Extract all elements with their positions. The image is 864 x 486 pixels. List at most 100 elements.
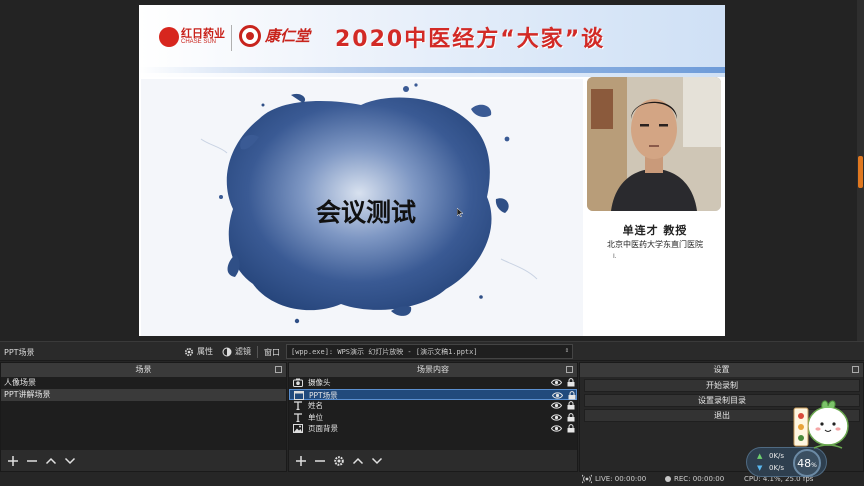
chevron-down-icon bbox=[64, 457, 76, 464]
eye-icon[interactable] bbox=[551, 401, 562, 410]
source-properties-button[interactable] bbox=[331, 453, 347, 469]
lock-icon[interactable] bbox=[568, 390, 576, 400]
scene-list: 人像场景 PPT讲解场景 bbox=[1, 377, 286, 450]
move-scene-up-button[interactable] bbox=[43, 453, 59, 469]
memory-usage-value: 48 bbox=[797, 457, 812, 470]
scene-item[interactable]: PPT讲解场景 bbox=[1, 389, 286, 401]
window-icon bbox=[294, 390, 304, 400]
lock-icon[interactable] bbox=[567, 378, 575, 387]
controls-dock-header: 设置 bbox=[580, 363, 863, 377]
lock-icon[interactable] bbox=[567, 424, 575, 433]
gear-icon bbox=[334, 455, 344, 466]
chevron-up-icon bbox=[352, 457, 364, 464]
logo-kangrentang: 康仁堂 bbox=[239, 23, 311, 51]
preview-scrollbar-thumb[interactable] bbox=[858, 156, 863, 188]
lock-icon[interactable] bbox=[567, 401, 575, 410]
eye-icon[interactable] bbox=[552, 391, 563, 400]
chevron-up-icon bbox=[45, 457, 57, 464]
source-item[interactable]: PPT场景 bbox=[289, 388, 577, 400]
scenes-dock: 场景 人像场景 PPT讲解场景 bbox=[0, 362, 287, 472]
logo1-en-text: CHASE SUN bbox=[181, 39, 217, 45]
filters-button[interactable]: 滤镜 bbox=[222, 344, 251, 359]
plus-icon bbox=[8, 455, 18, 466]
add-source-button[interactable] bbox=[293, 453, 309, 469]
record-dot-icon bbox=[665, 476, 671, 482]
speaker-card: 单连才 教授 北京中医药大学东直门医院 I. bbox=[585, 77, 725, 336]
eye-icon[interactable] bbox=[551, 413, 562, 422]
source-item-label: 页面背景 bbox=[308, 424, 338, 433]
camera-icon bbox=[293, 378, 303, 387]
banner: 红日药业 CHASE SUN 康仁堂 2020中医经方“大家”谈 bbox=[139, 5, 725, 77]
start-recording-button[interactable]: 开始录制 bbox=[584, 379, 860, 392]
scenes-toolbar bbox=[1, 450, 286, 471]
speaker-mark: I. bbox=[613, 253, 617, 260]
dock-float-icon[interactable] bbox=[852, 366, 859, 373]
source-item[interactable]: 页面背景 bbox=[289, 423, 577, 435]
scenes-dock-title: 场景 bbox=[135, 365, 152, 374]
chevron-down-icon bbox=[371, 457, 383, 464]
mascot-sticker-icon[interactable] bbox=[792, 392, 854, 454]
add-scene-button[interactable] bbox=[5, 453, 21, 469]
preview-canvas: 红日药业 CHASE SUN 康仁堂 2020中医经方“大家”谈 会议测试 单连… bbox=[139, 5, 725, 336]
upload-speed: 0K/s bbox=[769, 452, 785, 460]
plus-icon bbox=[296, 455, 306, 466]
preview-scrollbar[interactable] bbox=[857, 0, 864, 341]
logo-chase-sun: 红日药业 CHASE SUN bbox=[159, 24, 225, 50]
move-scene-down-button[interactable] bbox=[62, 453, 78, 469]
broadcast-icon bbox=[582, 474, 592, 484]
filters-label: 滤镜 bbox=[235, 347, 251, 356]
source-item[interactable]: 姓名 bbox=[289, 400, 577, 412]
obs-window: 红日药业 CHASE SUN 康仁堂 2020中医经方“大家”谈 会议测试 单连… bbox=[0, 0, 864, 486]
source-item[interactable]: 摄像头 bbox=[289, 377, 577, 389]
eye-icon[interactable] bbox=[551, 424, 562, 433]
logo-divider bbox=[231, 25, 232, 51]
move-source-down-button[interactable] bbox=[369, 453, 385, 469]
banner-stripe bbox=[139, 67, 725, 73]
source-item[interactable]: 单位 bbox=[289, 412, 577, 424]
ppt-slide: 会议测试 bbox=[141, 79, 583, 336]
lock-icon[interactable] bbox=[567, 412, 575, 422]
download-speed: 0K/s bbox=[769, 464, 785, 472]
scene-item[interactable]: 人像场景 bbox=[1, 377, 286, 389]
sources-dock: 场景内容 摄像头 PPT场景 姓名 单位 页面背景 bbox=[288, 362, 578, 472]
dock-float-icon[interactable] bbox=[275, 366, 282, 373]
source-item-label: PPT场景 bbox=[309, 390, 338, 400]
move-source-up-button[interactable] bbox=[350, 453, 366, 469]
minus-icon bbox=[27, 459, 37, 462]
context-separator bbox=[257, 346, 258, 358]
scenes-dock-header: 场景 bbox=[1, 363, 286, 377]
speaker-organization: 北京中医药大学东直门医院 bbox=[607, 240, 703, 249]
controls-dock-title: 设置 bbox=[713, 365, 730, 374]
current-source-name: PPT场景 bbox=[4, 348, 35, 357]
source-context-bar: PPT场景 属性 滤镜 窗口 [wpp.exe]: WPS演示 幻灯片放映 - … bbox=[0, 341, 864, 361]
remove-source-button[interactable] bbox=[312, 453, 328, 469]
text-icon bbox=[293, 401, 303, 410]
banner-title: 2020中医经方“大家”谈 bbox=[335, 27, 606, 52]
remove-scene-button[interactable] bbox=[24, 453, 40, 469]
preview-area[interactable]: 红日药业 CHASE SUN 康仁堂 2020中医经方“大家”谈 会议测试 单连… bbox=[0, 0, 864, 341]
window-label: 窗口 bbox=[264, 348, 280, 357]
scene-item-label: PPT讲解场景 bbox=[4, 390, 51, 399]
mouse-pointer-icon bbox=[457, 208, 463, 217]
live-timer: LIVE: 00:00:00 bbox=[595, 475, 647, 483]
status-bar: LIVE: 00:00:00 REC: 00:00:00 CPU: 4.1%, … bbox=[0, 472, 864, 486]
dock-float-icon[interactable] bbox=[566, 366, 573, 373]
arrow-down-icon: ▼ bbox=[757, 464, 763, 472]
webcam-feed bbox=[587, 77, 721, 211]
sources-dock-title: 场景内容 bbox=[417, 365, 449, 374]
scene-item-label: 人像场景 bbox=[4, 378, 36, 387]
properties-button[interactable]: 属性 bbox=[184, 344, 213, 359]
memory-usage-percent: 48% bbox=[795, 457, 819, 470]
gear-icon bbox=[184, 347, 194, 357]
logo2-cn-text: 康仁堂 bbox=[265, 27, 311, 45]
arrow-up-icon: ▲ bbox=[757, 452, 763, 460]
eye-icon[interactable] bbox=[551, 378, 562, 387]
chase-sun-logo-mark bbox=[159, 27, 179, 47]
source-item-label: 单位 bbox=[308, 412, 323, 422]
window-select[interactable]: [wpp.exe]: WPS演示 幻灯片放映 - [演示文稿1.pptx] ⇕ bbox=[286, 344, 573, 359]
chevron-updown-icon: ⇕ bbox=[564, 346, 569, 354]
text-icon bbox=[293, 412, 303, 422]
minus-icon bbox=[315, 459, 325, 462]
slide-title: 会议测试 bbox=[315, 198, 416, 227]
kangrentang-logo-mark bbox=[239, 25, 261, 47]
